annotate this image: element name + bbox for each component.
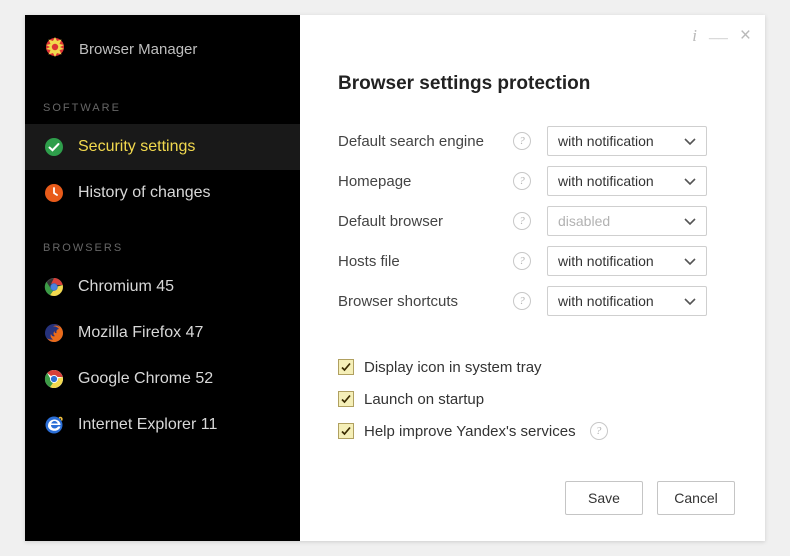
- brand: Browser Manager: [25, 15, 300, 90]
- sidebar-item-chromium[interactable]: Chromium 45: [25, 264, 300, 310]
- close-icon[interactable]: ×: [740, 25, 751, 47]
- brand-label: Browser Manager: [79, 41, 197, 58]
- select-value: with notification: [558, 173, 654, 189]
- firefox-icon: [43, 322, 65, 344]
- info-icon[interactable]: ?: [513, 252, 531, 270]
- sidebar-item-label: History of changes: [78, 184, 211, 202]
- chevron-down-icon: [684, 253, 696, 269]
- sidebar-item-security-settings[interactable]: Security settings: [25, 124, 300, 170]
- setting-row: Browser shortcuts? with notification: [338, 281, 727, 321]
- setting-row: Homepage? with notification: [338, 161, 727, 201]
- section-header-browsers: BROWSERS: [25, 230, 300, 264]
- sidebar: Browser Manager SOFTWARE Security settin…: [25, 15, 300, 541]
- checkbox-row: Launch on startup: [338, 383, 727, 415]
- checkbox[interactable]: [338, 359, 354, 375]
- save-button[interactable]: Save: [565, 481, 643, 515]
- setting-row: Hosts file? with notification: [338, 241, 727, 281]
- sidebar-item-ie[interactable]: Internet Explorer 11: [25, 402, 300, 448]
- checkbox-row: Help improve Yandex's services?: [338, 415, 727, 447]
- chevron-down-icon: [684, 213, 696, 229]
- check-circle-icon: [43, 136, 65, 158]
- page-title: Browser settings protection: [338, 73, 727, 95]
- setting-label: Default browser: [338, 213, 513, 230]
- select-value: with notification: [558, 253, 654, 269]
- setting-row: Default search engine? with notification: [338, 121, 727, 161]
- sidebar-item-history-of-changes[interactable]: History of changes: [25, 170, 300, 216]
- app-window: Browser Manager SOFTWARE Security settin…: [25, 15, 765, 541]
- sidebar-item-label: Chromium 45: [78, 278, 174, 296]
- info-icon[interactable]: ?: [513, 212, 531, 230]
- setting-select[interactable]: disabled: [547, 206, 707, 236]
- checkbox[interactable]: [338, 423, 354, 439]
- minimize-icon[interactable]: __: [709, 22, 728, 42]
- info-icon[interactable]: ?: [513, 172, 531, 190]
- main-panel: i __ × Browser settings protection Defau…: [300, 15, 765, 541]
- info-icon[interactable]: ?: [590, 422, 608, 440]
- sidebar-item-label: Mozilla Firefox 47: [78, 324, 203, 342]
- info-icon[interactable]: i: [692, 26, 697, 46]
- ie-icon: [43, 414, 65, 436]
- setting-select[interactable]: with notification: [547, 246, 707, 276]
- setting-select[interactable]: with notification: [547, 126, 707, 156]
- setting-label: Homepage: [338, 173, 513, 190]
- info-icon[interactable]: ?: [513, 292, 531, 310]
- chevron-down-icon: [684, 133, 696, 149]
- setting-label: Default search engine: [338, 133, 513, 150]
- chevron-down-icon: [684, 293, 696, 309]
- setting-select[interactable]: with notification: [547, 166, 707, 196]
- select-value: with notification: [558, 133, 654, 149]
- cancel-button[interactable]: Cancel: [657, 481, 735, 515]
- select-value: disabled: [558, 213, 610, 229]
- checkbox-row: Display icon in system tray: [338, 351, 727, 383]
- setting-select[interactable]: with notification: [547, 286, 707, 316]
- select-value: with notification: [558, 293, 654, 309]
- sidebar-item-label: Internet Explorer 11: [78, 416, 217, 434]
- info-icon[interactable]: ?: [513, 132, 531, 150]
- window-controls: i __ ×: [692, 25, 751, 47]
- gear-icon: [43, 35, 67, 64]
- checkbox-label: Launch on startup: [364, 391, 484, 408]
- chrome-icon: [43, 368, 65, 390]
- checkbox-label: Display icon in system tray: [364, 359, 542, 376]
- setting-row: Default browser? disabled: [338, 201, 727, 241]
- chromium-icon: [43, 276, 65, 298]
- sidebar-item-chrome[interactable]: Google Chrome 52: [25, 356, 300, 402]
- button-bar: Save Cancel: [565, 481, 735, 515]
- sidebar-item-firefox[interactable]: Mozilla Firefox 47: [25, 310, 300, 356]
- section-header-software: SOFTWARE: [25, 90, 300, 124]
- sidebar-item-label: Google Chrome 52: [78, 370, 213, 388]
- checkbox[interactable]: [338, 391, 354, 407]
- sidebar-item-label: Security settings: [78, 138, 195, 156]
- setting-label: Hosts file: [338, 253, 513, 270]
- setting-label: Browser shortcuts: [338, 293, 513, 310]
- checkbox-label: Help improve Yandex's services: [364, 423, 576, 440]
- chevron-down-icon: [684, 173, 696, 189]
- history-icon: [43, 182, 65, 204]
